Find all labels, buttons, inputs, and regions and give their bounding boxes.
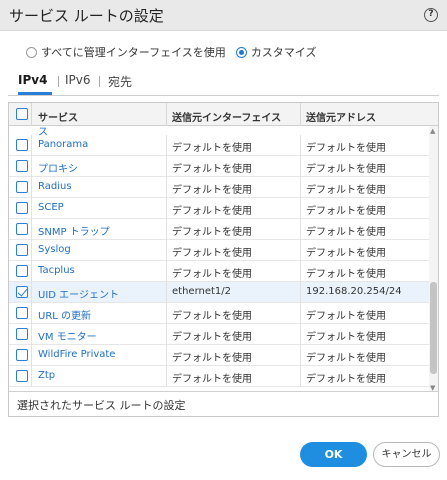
configure-selected-route-link[interactable]: 選択されたサービス ルートの設定 [17, 397, 186, 413]
source-interface-cell: デフォルトを使用 [172, 206, 252, 217]
source-interface-cell: デフォルトを使用 [172, 164, 252, 175]
source-interface-cell: デフォルトを使用 [172, 332, 252, 343]
service-link[interactable]: SCEP [38, 202, 64, 213]
scrollbar-thumb[interactable] [430, 282, 437, 374]
radio-use-management[interactable]: すべてに管理インターフェイスを使用 [26, 44, 226, 60]
service-link[interactable]: Radius [38, 181, 72, 192]
table-row[interactable]: Panorama デフォルトを使用 デフォルトを使用 [9, 135, 429, 156]
column-header-address[interactable]: 送信元アドレス [306, 109, 376, 124]
service-route-table: サービス 送信元インターフェイス 送信元アドレス ス Panorama デフォルト… [8, 102, 439, 417]
select-all-checkbox[interactable] [16, 108, 28, 120]
radio-customize[interactable]: カスタマイズ [235, 44, 317, 60]
source-address-cell: デフォルトを使用 [306, 269, 386, 280]
source-interface-cell: デフォルトを使用 [172, 269, 252, 280]
service-link[interactable]: プロキシ [38, 160, 78, 175]
source-address-cell: デフォルトを使用 [306, 311, 386, 322]
service-link[interactable]: Tacplus [38, 265, 75, 276]
table-row[interactable]: WildFire Private デフォルトを使用 デフォルトを使用 [9, 345, 429, 366]
row-checkbox[interactable] [16, 160, 28, 172]
table-row[interactable]: Radius デフォルトを使用 デフォルトを使用 [9, 177, 429, 198]
source-address-cell: 192.168.20.254/24 [306, 286, 402, 297]
row-checkbox[interactable] [16, 202, 28, 214]
dialog-titlebar: サービス ルートの設定 ? [0, 0, 447, 31]
table-row[interactable]: Syslog デフォルトを使用 デフォルトを使用 [9, 240, 429, 261]
tab-divider [58, 76, 59, 87]
service-link[interactable]: VM モニター [38, 328, 97, 343]
source-address-cell: デフォルトを使用 [306, 248, 386, 259]
row-checkbox[interactable] [16, 223, 28, 235]
source-interface-cell: デフォルトを使用 [172, 374, 252, 385]
table-row[interactable]: URL の更新 デフォルトを使用 デフォルトを使用 [9, 303, 429, 324]
row-checkbox[interactable] [16, 181, 28, 193]
tab-divider [99, 76, 100, 87]
source-address-cell: デフォルトを使用 [306, 374, 386, 385]
row-checkbox[interactable] [16, 349, 28, 361]
radio-button-selected[interactable] [235, 46, 247, 58]
source-interface-cell: デフォルトを使用 [172, 185, 252, 196]
table-row[interactable]: VM モニター デフォルトを使用 デフォルトを使用 [9, 324, 429, 345]
table-row[interactable]: Tacplus デフォルトを使用 デフォルトを使用 [9, 261, 429, 282]
source-address-cell: デフォルトを使用 [306, 227, 386, 238]
row-checkbox[interactable] [16, 265, 28, 277]
source-interface-cell: ethernet1/2 [172, 286, 232, 297]
service-link[interactable]: Panorama [38, 139, 88, 150]
active-tab-indicator [18, 92, 52, 95]
source-interface-cell: デフォルトを使用 [172, 143, 252, 154]
radio-label: すべてに管理インターフェイスを使用 [41, 46, 226, 59]
ok-button[interactable]: OK [300, 442, 367, 467]
dialog-title: サービス ルートの設定 [9, 7, 164, 25]
row-checkbox[interactable] [16, 244, 28, 256]
route-mode-group: すべてに管理インターフェイスを使用 カスタマイズ [26, 44, 326, 60]
table-row[interactable]: SNMP トラップ デフォルトを使用 デフォルトを使用 [9, 219, 429, 240]
service-link[interactable]: Ztp [38, 370, 55, 381]
tab-ipv4[interactable]: IPv4 [18, 73, 47, 87]
table-row[interactable]: UID エージェント ethernet1/2 192.168.20.254/24 [9, 282, 429, 303]
table-row[interactable]: プロキシ デフォルトを使用 デフォルトを使用 [9, 156, 429, 177]
table-footer: 選択されたサービス ルートの設定 [9, 391, 438, 416]
row-checkbox[interactable] [16, 286, 28, 298]
source-address-cell: デフォルトを使用 [306, 143, 386, 154]
table-body: ス Panorama デフォルトを使用 デフォルトを使用 プロキシ デフォルトを使用 デフ… [9, 126, 429, 393]
tab-destination[interactable]: 宛先 [108, 73, 132, 90]
table-row[interactable]: Ztp デフォルトを使用 デフォルトを使用 [9, 366, 429, 387]
table-header: サービス 送信元インターフェイス 送信元アドレス [9, 103, 438, 126]
service-link[interactable]: UID エージェント [38, 286, 119, 301]
help-icon[interactable]: ? [424, 8, 438, 22]
row-checkbox[interactable] [16, 370, 28, 382]
source-address-cell: デフォルトを使用 [306, 206, 386, 217]
source-address-cell: デフォルトを使用 [306, 353, 386, 364]
row-checkbox[interactable] [16, 139, 28, 151]
table-scrollbar[interactable]: ▲ ▼ [429, 126, 438, 393]
tab-ipv6[interactable]: IPv6 [65, 73, 91, 87]
service-link[interactable]: URL の更新 [38, 307, 91, 322]
row-checkbox[interactable] [16, 307, 28, 319]
row-checkbox[interactable] [16, 328, 28, 340]
source-address-cell: デフォルトを使用 [306, 164, 386, 175]
column-header-service[interactable]: サービス [38, 109, 78, 124]
service-link[interactable]: SNMP トラップ [38, 223, 110, 238]
cancel-button[interactable]: キャンセル [373, 442, 440, 467]
source-interface-cell: デフォルトを使用 [172, 311, 252, 322]
scroll-up-arrow-icon[interactable]: ▲ [430, 127, 435, 135]
source-interface-cell: デフォルトを使用 [172, 227, 252, 238]
radio-button[interactable] [26, 46, 37, 58]
source-address-cell: デフォルトを使用 [306, 185, 386, 196]
radio-label: カスタマイズ [250, 46, 317, 59]
tab-bar: IPv4 IPv6 宛先 [8, 70, 439, 96]
service-link[interactable]: WildFire Private [38, 349, 115, 360]
source-interface-cell: デフォルトを使用 [172, 353, 252, 364]
source-interface-cell: デフォルトを使用 [172, 248, 252, 259]
column-header-interface[interactable]: 送信元インターフェイス [172, 109, 281, 124]
source-address-cell: デフォルトを使用 [306, 332, 386, 343]
service-link[interactable]: Syslog [38, 244, 71, 255]
table-row[interactable]: SCEP デフォルトを使用 デフォルトを使用 [9, 198, 429, 219]
